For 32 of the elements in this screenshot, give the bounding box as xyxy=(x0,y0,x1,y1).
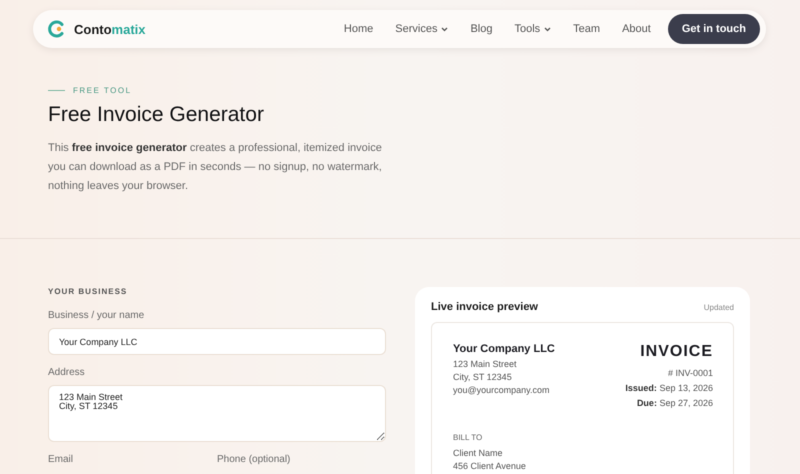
company-detail: 123 Main Street xyxy=(453,358,518,371)
nav-link[interactable]: Home xyxy=(344,23,374,35)
invoice-heading: INVOICE xyxy=(639,343,713,361)
status-label: Updated xyxy=(704,302,734,312)
nav-link[interactable]: Services xyxy=(395,23,448,35)
get-in-touch-button[interactable]: Get in touch xyxy=(668,14,760,44)
company-detail: you@yourcompany.com xyxy=(453,384,551,397)
bill-to-label: BILL TO xyxy=(453,433,484,442)
invoice-date: Due: Sep 27, 2026 xyxy=(636,397,713,410)
field-label: Email xyxy=(48,454,74,465)
logo-icon xyxy=(48,20,66,38)
invoice-date: Issued: Sep 13, 2026 xyxy=(625,382,713,395)
nav-link[interactable]: Tools xyxy=(514,23,552,35)
address-field[interactable]: 123 Main Street City, ST 12345 xyxy=(48,385,386,442)
page-title: Free Invoice Generator xyxy=(48,103,265,127)
company-name: Your Company LLC xyxy=(453,343,555,355)
eyebrow-label: FREE TOOL xyxy=(73,86,132,95)
nav-link[interactable]: Blog xyxy=(470,23,492,35)
field-label: Phone (optional) xyxy=(217,454,292,465)
intro-paragraph: This free invoice generator creates a professional, itemized invoice you can download as a PDF in seconds — no signup, no watermark, nothing leaves your browser. xyxy=(48,141,383,194)
company-detail: City, ST 12345 xyxy=(453,371,513,384)
invoice-number: # INV-0001 xyxy=(666,367,713,380)
client-detail: Client Name xyxy=(453,447,504,460)
section-heading: YOUR BUSINESS xyxy=(48,287,128,296)
field-label: Business / your name xyxy=(48,310,146,321)
nav-link[interactable]: Team xyxy=(573,23,600,35)
preview-title: Live invoice preview xyxy=(431,301,538,313)
client-detail: 456 Client Avenue xyxy=(453,460,527,473)
text-field[interactable]: Your Company LLC xyxy=(48,328,386,355)
nav-link[interactable]: About xyxy=(622,23,651,35)
field-label: Address xyxy=(48,367,86,378)
logo-text[interactable]: Contomatix xyxy=(74,22,146,36)
